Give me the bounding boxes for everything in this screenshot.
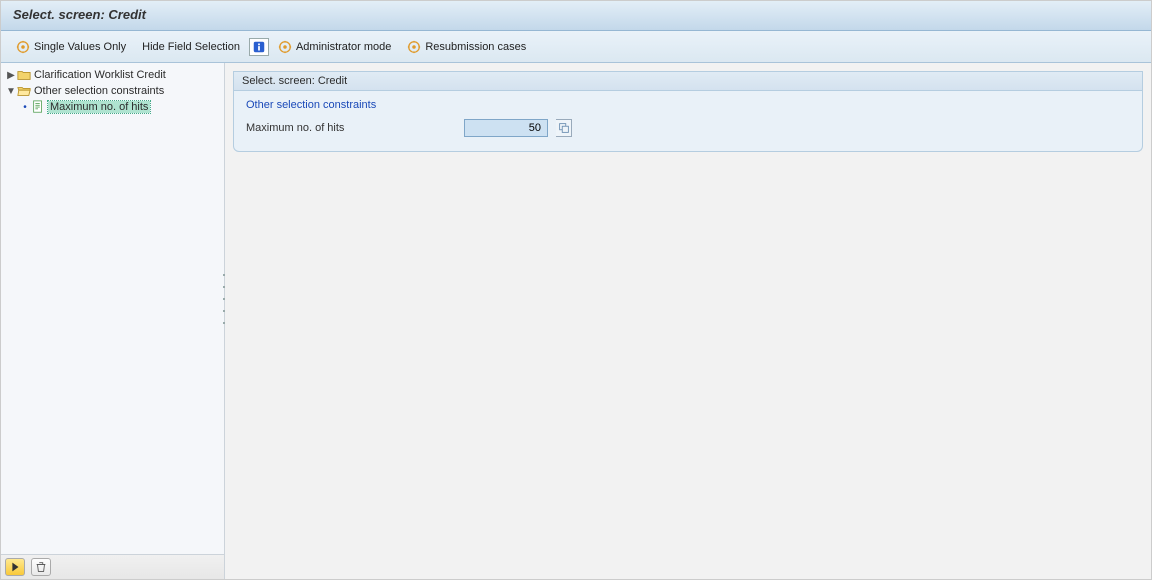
tree-label: Clarification Worklist Credit: [34, 69, 166, 81]
tree-label: Other selection constraints: [34, 85, 164, 97]
tree-footer: [1, 554, 224, 579]
play-button[interactable]: [5, 558, 25, 576]
group-header-label: Select. screen: Credit: [242, 75, 347, 87]
max-hits-label: Maximum no. of hits: [246, 122, 456, 134]
bullet-icon: •: [19, 102, 31, 113]
hide-field-selection-button[interactable]: Hide Field Selection: [135, 38, 247, 56]
expander-icon[interactable]: ▼: [5, 86, 17, 97]
body: ▶ Clarification Worklist Credit ▼ Other …: [1, 63, 1151, 579]
search-help-icon: [557, 121, 571, 135]
folder-open-icon: [17, 84, 31, 98]
tree-node-max-hits[interactable]: • Maximum no. of hits: [5, 99, 224, 115]
single-values-label: Single Values Only: [34, 41, 126, 53]
delete-button[interactable]: [31, 558, 51, 576]
administrator-mode-label: Administrator mode: [296, 41, 391, 53]
main-panel: Select. screen: Credit Other selection c…: [225, 63, 1151, 579]
hide-field-selection-label: Hide Field Selection: [142, 41, 240, 53]
administrator-mode-button[interactable]: Administrator mode: [271, 37, 398, 57]
toolbar: Single Values Only Hide Field Selection …: [1, 31, 1151, 63]
expander-icon[interactable]: ▶: [5, 70, 17, 81]
folder-closed-icon: [17, 68, 31, 82]
tree-scroll[interactable]: ▶ Clarification Worklist Credit ▼ Other …: [1, 63, 224, 554]
info-icon: [252, 40, 266, 54]
tree-node-clarification[interactable]: ▶ Clarification Worklist Credit: [5, 67, 224, 83]
play-icon: [8, 560, 22, 574]
document-icon: [31, 100, 45, 114]
group-box: Other selection constraints Maximum no. …: [233, 91, 1143, 152]
tree-label: Maximum no. of hits: [48, 101, 150, 113]
trash-icon: [34, 560, 48, 574]
page-title: Select. screen: Credit: [13, 7, 146, 22]
splitter-handle[interactable]: [220, 269, 228, 329]
title-bar: Select. screen: Credit: [1, 1, 1151, 31]
execute-icon: [407, 40, 421, 54]
form-row-max-hits: Maximum no. of hits: [246, 119, 1130, 137]
info-button[interactable]: [249, 38, 269, 56]
tree-panel: ▶ Clarification Worklist Credit ▼ Other …: [1, 63, 225, 579]
tree-node-other-constraints[interactable]: ▼ Other selection constraints: [5, 83, 224, 99]
group-header: Select. screen: Credit: [233, 71, 1143, 91]
single-values-button[interactable]: Single Values Only: [9, 37, 133, 57]
resubmission-cases-button[interactable]: Resubmission cases: [400, 37, 533, 57]
value-help-button[interactable]: [556, 119, 572, 137]
max-hits-input[interactable]: [464, 119, 548, 137]
execute-icon: [278, 40, 292, 54]
execute-icon: [16, 40, 30, 54]
group-title: Other selection constraints: [246, 99, 1130, 111]
resubmission-cases-label: Resubmission cases: [425, 41, 526, 53]
